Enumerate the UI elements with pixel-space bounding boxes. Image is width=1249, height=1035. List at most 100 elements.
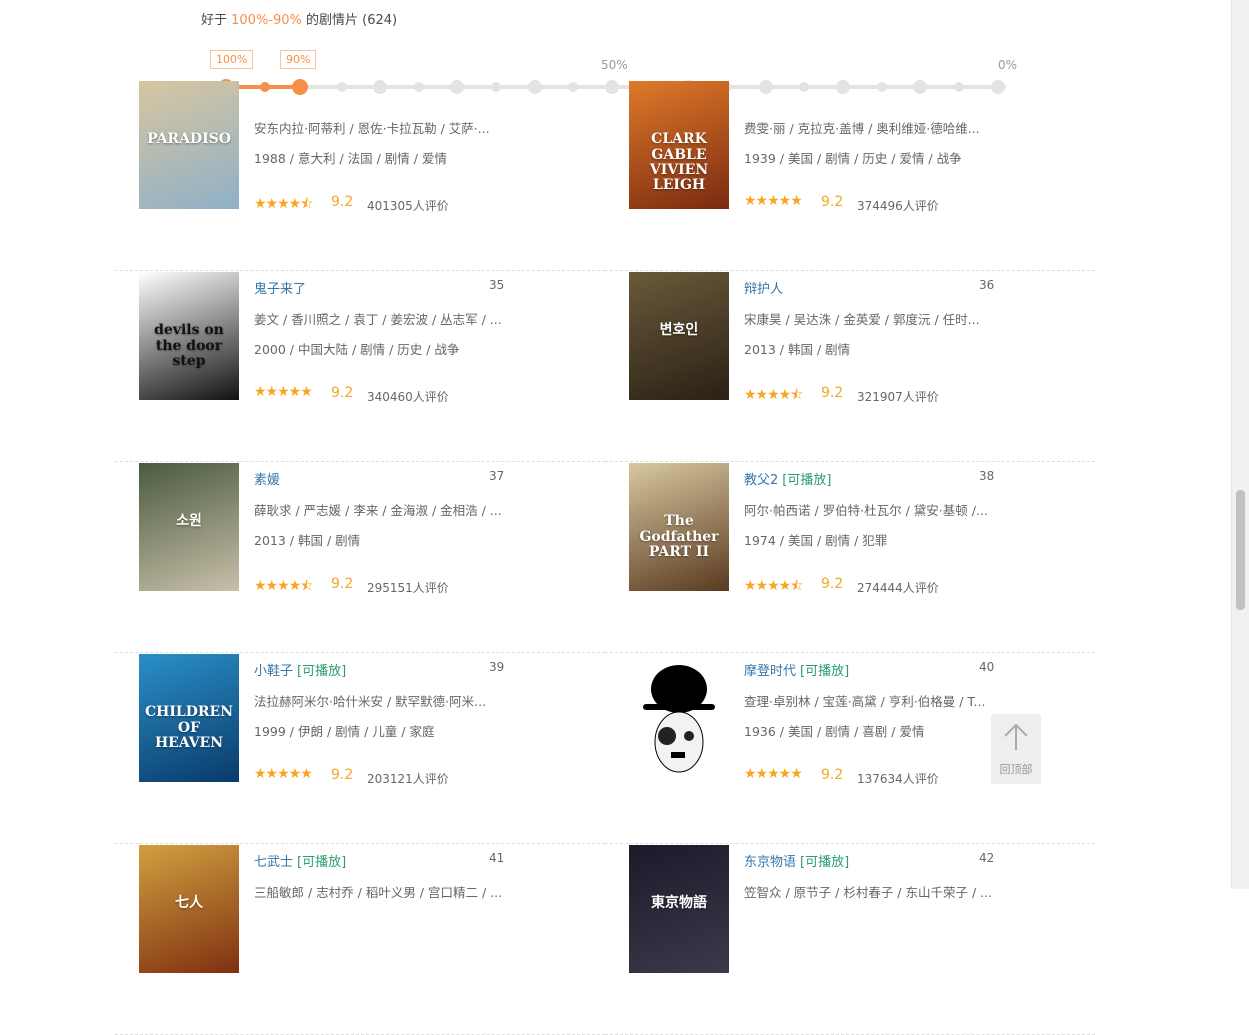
rating-score: 9.2 [331,576,354,592]
playable-badge[interactable]: [可播放] [800,664,849,679]
poster-text: devils on the door step [154,322,224,369]
movie-title-link[interactable]: 七武士 [可播放] [254,851,346,870]
slider-tick-0: 0% [998,58,1018,72]
movie-rank: 36 [979,278,995,292]
movie-cast: 阿尔·帕西诺 / 罗伯特·杜瓦尔 / 黛安·基顿 /... [744,503,988,518]
movie-item: CLARK GABLE VIVIEN LEIGH 费雯·丽 / 克拉克·盖博 /… [605,81,1095,271]
item-divider [605,270,1095,271]
movie-title[interactable]: 辩护人 [744,282,783,297]
back-to-top-label: 回顶部 [999,763,1033,776]
rating-votes: 374496人评价 [857,199,939,213]
movie-rank: 40 [979,660,995,674]
poster-text: CHILDREN OF HEAVEN [144,704,233,751]
slider-step-dot[interactable] [605,80,619,94]
movie-poster[interactable]: 七人 [139,845,239,973]
movie-cast: 安东内拉·阿蒂利 / 恩佐·卡拉瓦勒 / 艾萨·... [254,121,490,136]
movie-rank: 37 [489,469,505,483]
poster-text: PARADISO [147,131,231,148]
page-scrollbar[interactable] [1231,0,1249,889]
movie-poster[interactable]: 소원 [139,463,239,591]
slider-right-label: 90% [280,50,317,69]
rating-score: 9.2 [331,194,354,210]
rating-votes: 137634人评价 [857,772,939,786]
movie-info: 1936 / 美国 / 剧情 / 喜剧 / 爱情 [744,724,925,739]
movie-title-link[interactable]: 辩护人 [744,278,787,297]
slider-tick-50: 50% [601,58,628,72]
movie-poster[interactable]: 東京物語 [629,845,729,973]
movie-title[interactable]: 摩登时代 [744,664,796,679]
movie-title-link[interactable] [744,87,748,102]
slider-left-label: 100% [210,50,254,69]
movie-cast: 三船敏郎 / 志村乔 / 稻叶义男 / 宫口精二 / ... [254,885,503,900]
rating-score: 9.2 [821,385,844,401]
rating-stars: ★★★★★ [744,766,803,782]
arrow-up-icon [1004,723,1028,750]
item-divider [605,652,1095,653]
movie-info: 1999 / 伊朗 / 剧情 / 儿童 / 家庭 [254,724,435,739]
movie-cast: 法拉赫阿米尔·哈什米安 / 默罕默德·阿米... [254,694,487,709]
poster-text: 東京物語 [651,895,707,912]
movie-cast: 费雯·丽 / 克拉克·盖博 / 奥利维娅·德哈维... [744,121,980,136]
playable-badge[interactable]: [可播放] [800,855,849,870]
movie-rank: 39 [489,660,505,674]
movie-info: 1939 / 美国 / 剧情 / 历史 / 爱情 / 战争 [744,151,962,166]
summary-range: 100%-90% [231,13,302,28]
movie-poster[interactable]: devils on the door step [139,272,239,400]
item-divider [115,652,605,653]
movie-title-link[interactable]: 摩登时代 [可播放] [744,660,849,679]
movie-rank: 38 [979,469,995,483]
movie-title[interactable]: 东京物语 [744,855,796,870]
movie-title[interactable]: 七武士 [254,855,293,870]
movie-poster[interactable] [629,654,729,782]
playable-badge[interactable]: [可播放] [297,664,346,679]
item-divider [605,843,1095,844]
movie-rank: 41 [489,851,505,865]
rating-stars: ★★★★⯪ [254,196,313,212]
playable-badge[interactable]: [可播放] [782,473,831,488]
movie-item: CHILDREN OF HEAVEN 小鞋子 [可播放] 39 法拉赫阿米尔·哈什… [115,654,605,844]
movie-item: The Godfather PART II 教父2 [可播放] 38 阿尔·帕西诺… [605,463,1095,653]
movie-cast: 薛耿求 / 严志媛 / 李来 / 金海淑 / 金相浩 / ... [254,503,502,518]
poster-text: CLARK GABLE VIVIEN LEIGH [649,131,709,194]
movie-title[interactable]: 鬼子来了 [254,282,306,297]
movie-title[interactable]: 素媛 [254,473,280,488]
movie-item: 七人 七武士 [可播放] 41 三船敏郎 / 志村乔 / 稻叶义男 / 宫口精二 … [115,845,605,1035]
item-divider [115,270,605,271]
poster-text: 소원 [176,513,202,530]
movie-info: 1988 / 意大利 / 法国 / 剧情 / 爱情 [254,151,447,166]
scrollbar-thumb[interactable] [1236,490,1245,610]
poster-text: The Godfather PART II [639,513,719,560]
movie-title-link[interactable]: 素媛 [254,469,284,488]
movie-info: 2000 / 中国大陆 / 剧情 / 历史 / 战争 [254,342,460,357]
movie-title[interactable]: 教父2 [744,473,778,488]
chaplin-poster-art [629,654,729,782]
movie-info: 1974 / 美国 / 剧情 / 犯罪 [744,533,888,548]
movie-title-link[interactable]: 鬼子来了 [254,278,310,297]
movie-title-link[interactable]: 东京物语 [可播放] [744,851,849,870]
filter-summary: 好于 100%-90% 的剧情片 (624) [201,9,397,28]
rating-votes: 295151人评价 [367,581,449,595]
rating-stars: ★★★★⯪ [744,578,803,594]
movie-poster[interactable]: 변호인 [629,272,729,400]
rating-votes: 401305人评价 [367,199,449,213]
back-to-top-button[interactable]: 回顶部 [991,714,1041,784]
movie-item: devils on the door step 鬼子来了 35 姜文 / 香川照… [115,272,605,462]
movie-poster[interactable]: CHILDREN OF HEAVEN [139,654,239,782]
movie-rank: 35 [489,278,505,292]
poster-text: 七人 [175,895,203,912]
movie-title-link[interactable]: 小鞋子 [可播放] [254,660,346,679]
movie-item: PARADISO 安东内拉·阿蒂利 / 恩佐·卡拉瓦勒 / 艾萨·... 198… [115,81,605,271]
playable-badge[interactable]: [可播放] [297,855,346,870]
movie-info: 2013 / 韩国 / 剧情 [254,533,361,548]
movie-title-link[interactable] [254,87,258,102]
rating-stars: ★★★★⯪ [254,578,313,594]
movie-poster[interactable]: The Godfather PART II [629,463,729,591]
rating-stars: ★★★★⯪ [744,387,803,403]
rating-votes: 340460人评价 [367,390,449,404]
summary-prefix: 好于 [201,13,232,28]
movie-title-link[interactable]: 教父2 [可播放] [744,469,831,488]
movie-poster[interactable]: CLARK GABLE VIVIEN LEIGH [629,81,729,209]
movie-title[interactable]: 小鞋子 [254,664,293,679]
movie-poster[interactable]: PARADISO [139,81,239,209]
item-divider [115,843,605,844]
